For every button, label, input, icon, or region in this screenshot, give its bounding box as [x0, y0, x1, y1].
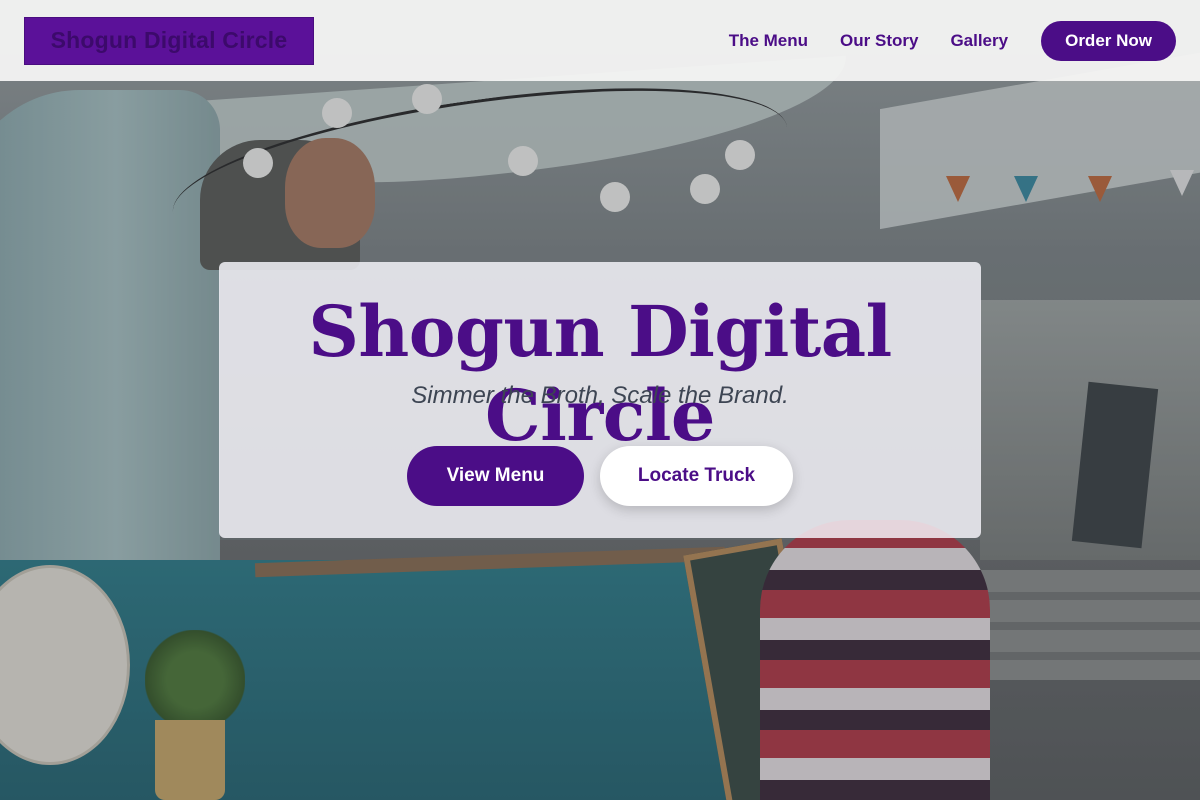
- hero-title: Shogun Digital Circle: [308, 290, 892, 457]
- nav-link-menu[interactable]: The Menu: [729, 31, 808, 51]
- order-now-button[interactable]: Order Now: [1041, 20, 1176, 61]
- hero-card: Shogun Digital Circle Simmer the Broth, …: [219, 262, 981, 538]
- hero-tagline: Simmer the Broth, Scale the Brand.: [411, 382, 789, 409]
- main-nav: The Menu Our Story Gallery Order Now: [697, 20, 1176, 61]
- nav-link-gallery[interactable]: Gallery: [950, 31, 1008, 51]
- site-header: Shogun Digital Circle The Menu Our Story…: [0, 0, 1200, 81]
- hero-actions: View Menu Locate Truck: [219, 446, 981, 506]
- brand-logo[interactable]: Shogun Digital Circle: [24, 16, 314, 65]
- view-menu-button[interactable]: View Menu: [407, 446, 584, 506]
- locate-truck-button[interactable]: Locate Truck: [600, 446, 793, 506]
- nav-link-our-story[interactable]: Our Story: [840, 31, 918, 51]
